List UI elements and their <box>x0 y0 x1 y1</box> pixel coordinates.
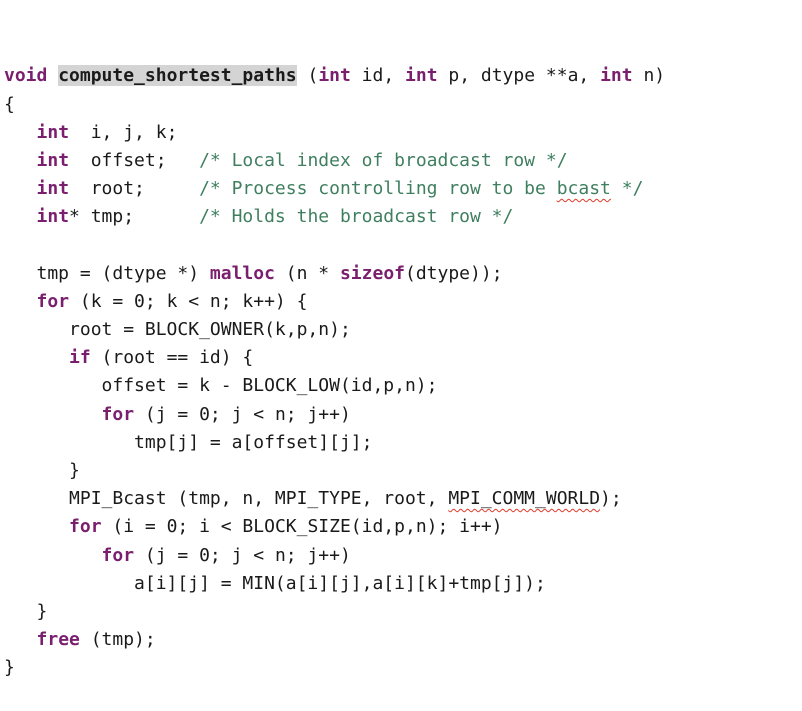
code-line[interactable]: for (i = 0; i < BLOCK_SIZE(id,p,n); i++) <box>4 513 798 541</box>
code-token: p, dtype **a, <box>437 65 601 87</box>
code-line[interactable]: } <box>4 654 798 682</box>
keyword-token: malloc <box>209 262 275 284</box>
keyword-token: for <box>36 290 70 312</box>
keyword-token: for <box>69 516 102 538</box>
code-line[interactable]: } <box>4 598 798 626</box>
keyword-token: int <box>36 178 70 200</box>
code-lines: void compute_shortest_paths (int id, int… <box>4 62 798 682</box>
code-token: (tmp); <box>79 629 156 651</box>
code-token: root; <box>69 178 200 200</box>
code-line[interactable]: for (k = 0; k < n; k++) { <box>4 288 798 316</box>
code-token: * tmp; <box>69 206 200 228</box>
keyword-token: int <box>405 65 438 87</box>
code-token: id, <box>350 65 406 87</box>
comment-token: /* Local index of broadcast row */ <box>199 149 568 171</box>
code-token: n) <box>632 65 666 87</box>
code-editor[interactable]: void compute_shortest_paths (int id, int… <box>4 6 798 711</box>
code-token: (n * <box>274 262 340 284</box>
code-line[interactable]: a[i][j] = MIN(a[i][j],a[i][k]+tmp[j]); <box>4 570 798 598</box>
code-line[interactable]: } <box>4 457 798 485</box>
comment-token: /* Holds the broadcast row */ <box>199 206 514 228</box>
code-token: tmp = (dtype *) <box>4 262 210 284</box>
keyword-token: for <box>101 544 135 566</box>
code-token: (j = 0; j < n; j++) <box>134 403 351 425</box>
code-token: offset = k - BLOCK_LOW(id,p,n); <box>4 375 438 397</box>
code-line[interactable]: tmp[j] = a[offset][j]; <box>4 429 798 457</box>
comment-token: /* Process controlling row to be <box>199 178 557 200</box>
keyword-token: int <box>36 149 70 171</box>
code-line[interactable]: if (root == id) { <box>4 344 798 372</box>
code-token: } <box>4 460 80 482</box>
code-token: (i = 0; i < BLOCK_SIZE(id,p,n); i++) <box>101 516 503 538</box>
code-token: ( <box>296 65 319 87</box>
code-token: (j = 0; j < n; j++) <box>134 544 351 566</box>
code-line[interactable]: root = BLOCK_OWNER(k,p,n); <box>4 316 798 344</box>
code-line[interactable]: int offset; /* Local index of broadcast … <box>4 147 798 175</box>
code-token: tmp[j] = a[offset][j]; <box>4 431 373 453</box>
comment-token-spellcheck-underlined: bcast <box>556 178 611 200</box>
code-token: (root == id) { <box>90 347 254 369</box>
code-token: i, j, k; <box>69 121 178 143</box>
keyword-token: int <box>36 206 70 228</box>
code-line[interactable]: int i, j, k; <box>4 119 798 147</box>
code-line[interactable]: MPI_Bcast (tmp, n, MPI_TYPE, root, MPI_C… <box>4 485 798 513</box>
code-line[interactable]: tmp = (dtype *) malloc (n * sizeof(dtype… <box>4 260 798 288</box>
code-line[interactable] <box>4 232 798 260</box>
keyword-token: free <box>36 629 80 651</box>
code-line[interactable]: int* tmp; /* Holds the broadcast row */ <box>4 203 798 231</box>
code-line[interactable]: void compute_shortest_paths (int id, int… <box>4 62 798 90</box>
code-token: { <box>4 93 15 115</box>
code-line[interactable]: for (j = 0; j < n; j++) <box>4 542 798 570</box>
code-line[interactable]: for (j = 0; j < n; j++) <box>4 401 798 429</box>
function-name-highlighted: compute_shortest_paths <box>58 65 297 87</box>
keyword-token: for <box>101 403 135 425</box>
keyword-token: sizeof <box>339 262 405 284</box>
keyword-token: void <box>4 65 48 87</box>
code-token: (k = 0; k < n; k++) { <box>69 290 308 312</box>
code-token: } <box>4 600 48 622</box>
code-token: ); <box>600 488 622 510</box>
code-token: (dtype)); <box>405 262 503 284</box>
keyword-token: int <box>600 65 633 87</box>
code-line[interactable]: free (tmp); <box>4 626 798 654</box>
code-token: root = BLOCK_OWNER(k,p,n); <box>4 319 351 341</box>
code-line[interactable]: int root; /* Process controlling row to … <box>4 175 798 203</box>
keyword-token: if <box>69 347 91 369</box>
code-line[interactable]: { <box>4 91 798 119</box>
code-token: } <box>4 657 15 679</box>
code-token: offset; <box>69 149 200 171</box>
keyword-token: int <box>36 121 70 143</box>
code-token-spellcheck-underlined: MPI_COMM_WORLD <box>448 488 601 510</box>
code-token: a[i][j] = MIN(a[i][j],a[i][k]+tmp[j]); <box>4 572 546 594</box>
code-token: MPI_Bcast (tmp, n, MPI_TYPE, root, <box>4 488 449 510</box>
keyword-token: int <box>318 65 351 87</box>
comment-token: */ <box>610 178 644 200</box>
code-line[interactable]: offset = k - BLOCK_LOW(id,p,n); <box>4 372 798 400</box>
